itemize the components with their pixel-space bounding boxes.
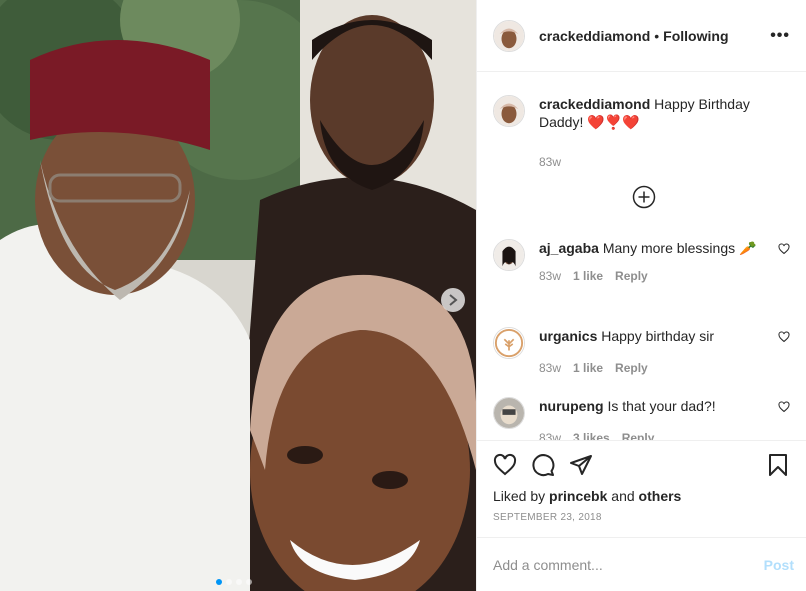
likes-conj: and bbox=[611, 488, 635, 504]
comment-username[interactable]: urganics bbox=[539, 328, 597, 344]
carousel-indicator bbox=[216, 579, 252, 585]
post-photo[interactable] bbox=[0, 0, 476, 591]
carousel-dot bbox=[216, 579, 222, 585]
comment-likes[interactable]: 1 like bbox=[573, 267, 603, 285]
likes-others-link[interactable]: others bbox=[639, 488, 682, 504]
commenter-avatar[interactable] bbox=[493, 239, 525, 271]
caption-username[interactable]: crackeddiamond bbox=[539, 96, 650, 112]
comment-input[interactable] bbox=[493, 556, 764, 573]
caption: crackeddiamond Happy Birthday Daddy! ❤️❣… bbox=[493, 95, 790, 171]
post-actions bbox=[477, 440, 806, 488]
comment-text: Is that your dad?! bbox=[607, 398, 716, 414]
comment-item: nurupeng Is that your dad?! 83w 3 likes … bbox=[493, 397, 790, 440]
comment-item: aj_agaba Many more blessings 🥕 83w 1 lik… bbox=[493, 239, 790, 285]
post-comment-button[interactable]: Post bbox=[764, 557, 794, 573]
reply-button[interactable]: Reply bbox=[615, 267, 648, 285]
comment-time[interactable]: 83w bbox=[539, 359, 561, 377]
post-modal: crackeddiamond • Following ••• crackeddi… bbox=[0, 0, 806, 591]
paper-plane-icon[interactable] bbox=[569, 453, 593, 477]
comment-username[interactable]: nurupeng bbox=[539, 398, 604, 414]
author-avatar[interactable] bbox=[493, 95, 525, 127]
carousel-dot bbox=[236, 579, 242, 585]
comments-list: crackeddiamond Happy Birthday Daddy! ❤️❣… bbox=[477, 72, 806, 440]
liked-by-user[interactable]: princebk bbox=[549, 488, 607, 504]
reply-button[interactable]: Reply bbox=[622, 429, 655, 440]
comment-time[interactable]: 83w bbox=[539, 267, 561, 285]
comment-time[interactable]: 83w bbox=[539, 429, 561, 440]
commenter-avatar[interactable] bbox=[493, 397, 525, 429]
author-avatar[interactable] bbox=[493, 19, 525, 52]
header-separator: • bbox=[654, 27, 660, 44]
heart-icon[interactable] bbox=[778, 243, 790, 255]
commenter-avatar[interactable] bbox=[493, 327, 525, 359]
comment-likes[interactable]: 3 likes bbox=[573, 429, 610, 440]
chevron-right-icon bbox=[449, 294, 458, 306]
ellipsis-icon[interactable]: ••• bbox=[770, 27, 790, 45]
author-username[interactable]: crackeddiamond bbox=[539, 28, 650, 44]
following-button[interactable]: Following bbox=[663, 28, 728, 44]
post-details-panel: crackeddiamond • Following ••• crackeddi… bbox=[476, 0, 806, 591]
likes-prefix: Liked by bbox=[493, 488, 546, 504]
comment-username[interactable]: aj_agaba bbox=[539, 240, 599, 256]
comment-icon[interactable] bbox=[531, 453, 555, 477]
carousel-next-button[interactable] bbox=[441, 288, 465, 312]
add-comment-bar: Post bbox=[477, 537, 806, 591]
heart-icon[interactable] bbox=[493, 453, 517, 477]
carousel-dot bbox=[226, 579, 232, 585]
comment-likes[interactable]: 1 like bbox=[573, 359, 603, 377]
heart-icon[interactable] bbox=[778, 401, 790, 413]
caption-time[interactable]: 83w bbox=[539, 153, 561, 171]
comment-text: Happy birthday sir bbox=[601, 328, 715, 344]
comment-text: Many more blessings 🥕 bbox=[602, 240, 757, 256]
post-header: crackeddiamond • Following ••• bbox=[477, 0, 806, 72]
heart-icon[interactable] bbox=[778, 331, 790, 343]
carousel-dot bbox=[246, 579, 252, 585]
photo-scene bbox=[0, 0, 476, 591]
likes-summary: Liked by princebk and others bbox=[477, 488, 806, 504]
plus-circle-icon[interactable] bbox=[632, 185, 656, 209]
post-date[interactable]: SEPTEMBER 23, 2018 bbox=[477, 504, 806, 523]
comment-item: urganics Happy birthday sir 83w 1 like R… bbox=[493, 327, 790, 377]
reply-button[interactable]: Reply bbox=[615, 359, 648, 377]
bookmark-icon[interactable] bbox=[766, 453, 790, 477]
